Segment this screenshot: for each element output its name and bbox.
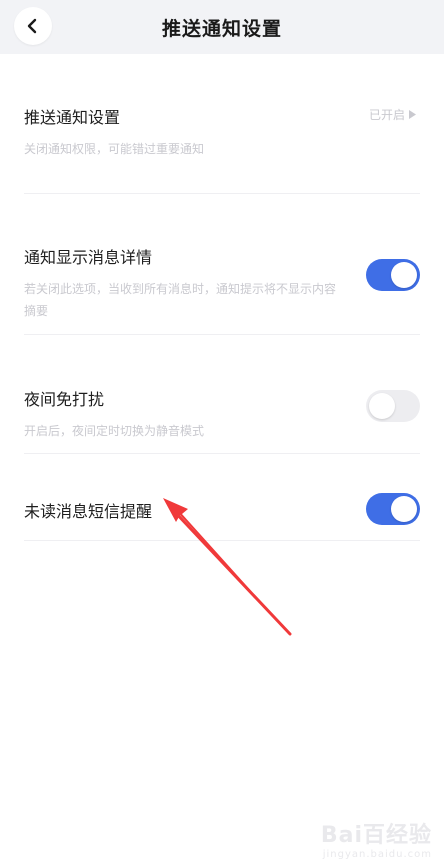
triangle-right-icon (409, 110, 416, 119)
status-text: 已开启 (368, 108, 405, 122)
setting-title: 通知显示消息详情 (24, 248, 153, 267)
divider (24, 453, 420, 454)
setting-desc: 开启后，夜间定时切换为静音模式 (24, 424, 205, 438)
toggle-knob (369, 393, 395, 419)
setting-do-not-disturb: 夜间免打扰 开启后，夜间定时切换为静音模式 (24, 386, 420, 442)
divider (24, 540, 420, 541)
toggle-message-details[interactable] (366, 259, 420, 291)
setting-push-notification[interactable]: 推送通知设置 关闭通知权限，可能错过重要通知 (24, 104, 420, 160)
toggle-sms-reminder[interactable] (366, 493, 420, 525)
setting-title: 推送通知设置 (24, 108, 121, 127)
toggle-knob (391, 262, 417, 288)
setting-title: 夜间免打扰 (24, 390, 105, 409)
watermark: Bai百经验 jingyan.baidu.com (321, 817, 432, 860)
header-bar: 推送通知设置 (0, 0, 444, 54)
page-title: 推送通知设置 (161, 18, 282, 40)
setting-sms-reminder: 未读消息短信提醒 (24, 498, 420, 522)
watermark-sub: jingyan.baidu.com (322, 849, 432, 860)
setting-title: 未读消息短信提醒 (24, 502, 153, 521)
toggle-knob (391, 496, 417, 522)
toggle-do-not-disturb[interactable] (366, 390, 420, 422)
setting-message-details: 通知显示消息详情 若关闭此选项，当收到所有消息时，通知提示将不显示内容摘要 (24, 244, 420, 322)
status-label[interactable]: 已开启 (369, 106, 416, 123)
watermark-text: Bai百经验 (320, 823, 432, 848)
setting-desc: 关闭通知权限，可能错过重要通知 (24, 142, 205, 156)
setting-desc: 若关闭此选项，当收到所有消息时，通知提示将不显示内容摘要 (24, 282, 337, 318)
settings-list: 推送通知设置 关闭通知权限，可能错过重要通知 已开启 通知显示消息详情 若关闭此… (0, 54, 444, 868)
divider (24, 193, 420, 194)
divider (24, 334, 420, 335)
